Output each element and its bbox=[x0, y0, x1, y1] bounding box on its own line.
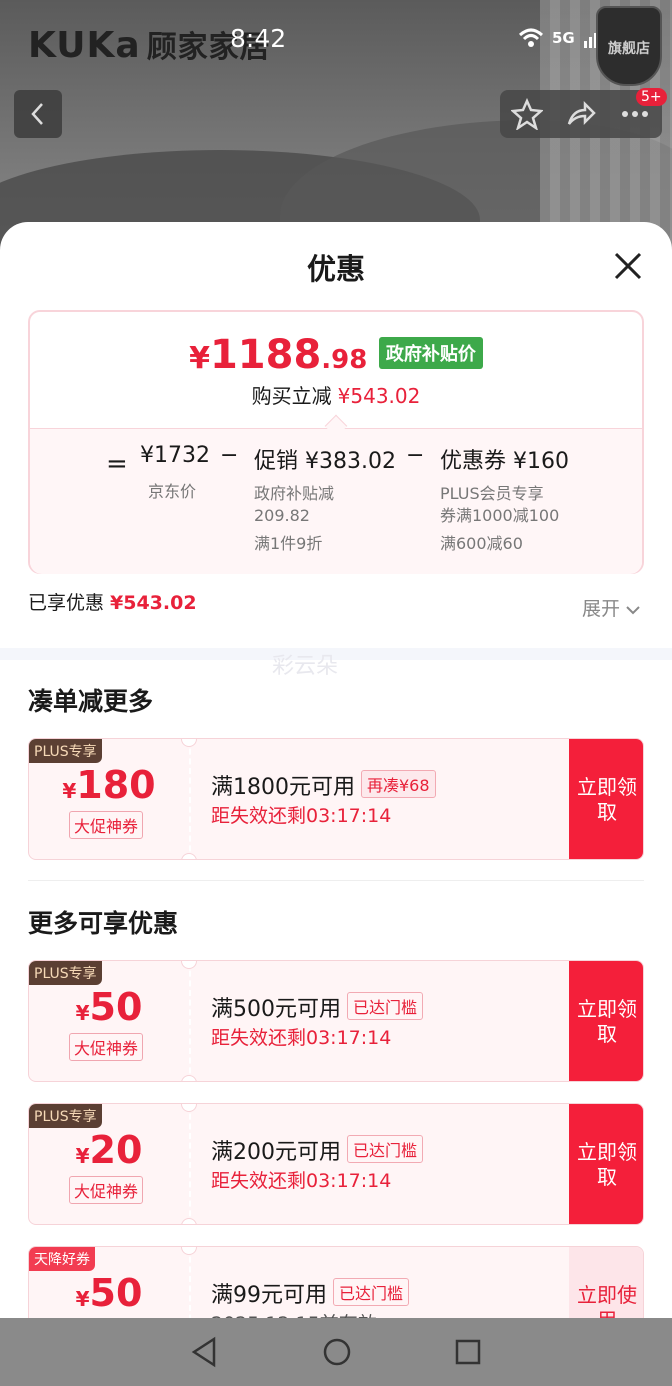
watermark-text: 彩云朵 bbox=[272, 654, 339, 679]
coupon-card: PLUS专享 ¥20 大促神券 满200元可用 已达门槛 距失效还剩03:17:1… bbox=[28, 1103, 644, 1225]
coupon-divider bbox=[189, 1247, 191, 1318]
expand-toggle[interactable]: 展开 bbox=[582, 594, 640, 621]
coupon-type: 大促神券 bbox=[69, 1176, 144, 1204]
chevron-down-icon bbox=[626, 606, 640, 615]
jd-price: ¥1732 bbox=[140, 443, 210, 468]
coupon-divider bbox=[189, 1104, 191, 1224]
price-breakdown: = ¥1732 京东价 − 促销 ¥383.02 政府补贴减 209.82 满1件… bbox=[30, 428, 642, 574]
coupon-value-area: PLUS专享 ¥20 大促神券 bbox=[29, 1104, 189, 1224]
coupon-hole bbox=[181, 853, 197, 859]
notification-badge: 5+ bbox=[636, 88, 667, 106]
sheet-title: 优惠 bbox=[306, 252, 365, 286]
coupon-chip: 已达门槛 bbox=[333, 1278, 410, 1306]
section-title-more-savings: 凑单减更多 bbox=[28, 687, 154, 716]
coupon-chip: 已达门槛 bbox=[347, 992, 424, 1020]
star-icon[interactable] bbox=[511, 98, 543, 130]
coupon-chip: 已达门槛 bbox=[347, 1135, 424, 1163]
coupon-tag: PLUS专享 bbox=[29, 1104, 102, 1128]
nav-recents-icon[interactable] bbox=[454, 1338, 482, 1366]
flagship-store-badge[interactable]: 旗舰店 bbox=[596, 6, 662, 86]
coupon-plus-detail: PLUS会员专享 券满1000减100 bbox=[440, 484, 560, 525]
coupon-tag: PLUS专享 bbox=[29, 961, 102, 985]
chevron-left-icon bbox=[31, 103, 43, 125]
coupon-card: PLUS专享 ¥180 大促神券 满1800元可用 再凑¥68 距失效还剩03:1… bbox=[28, 738, 644, 860]
promotion-amount: 促销 ¥383.02 bbox=[254, 449, 396, 474]
coupon-divider bbox=[189, 739, 191, 859]
coupon-value-area: PLUS专享 ¥50 大促神券 bbox=[29, 961, 189, 1081]
price-summary-card: ¥1188.98 政府补贴价 购买立减 ¥543.02 = ¥1732 京东价 −… bbox=[28, 310, 644, 574]
coupon-amount: ¥180 bbox=[62, 763, 156, 807]
coupon-hole bbox=[181, 1075, 197, 1081]
promo-gov-subsidy: 政府补贴减 209.82 bbox=[254, 484, 335, 525]
coupon-condition: 满500元可用 已达门槛 bbox=[211, 991, 424, 1023]
coupon-condition: 满1800元可用 再凑¥68 bbox=[211, 769, 436, 801]
coupon-value-area: PLUS专享 ¥180 大促神券 bbox=[29, 739, 189, 859]
nav-back-icon[interactable] bbox=[190, 1336, 220, 1368]
close-icon[interactable] bbox=[610, 248, 646, 284]
coupon-card: 天降好券 ¥50 满99元可用已达门槛 2025.12.15前有效 立即使用 bbox=[28, 1246, 644, 1318]
minus-sign: − bbox=[406, 443, 425, 468]
coupon-amount: ¥20 bbox=[75, 1128, 143, 1172]
final-price: ¥1188.98 政府补贴价 bbox=[30, 332, 642, 378]
gov-subsidy-tag: 政府补贴价 bbox=[378, 337, 483, 369]
coupon-value-area: 天降好券 ¥50 bbox=[29, 1247, 189, 1318]
coupon-chip: 再凑¥68 bbox=[361, 770, 436, 798]
coupon-condition: 满200元可用 已达门槛 bbox=[211, 1134, 424, 1166]
coupon-timer: 距失效还剩03:17:14 bbox=[211, 805, 392, 827]
status-time: 8:42 bbox=[230, 24, 287, 53]
coupon-type: 大促神券 bbox=[69, 1033, 144, 1061]
instant-reduction: 购买立减 ¥543.02 bbox=[251, 384, 421, 408]
coupon-timer: 距失效还剩03:17:14 bbox=[211, 1027, 392, 1049]
coupon-card: PLUS专享 ¥50 大促神券 满500元可用 已达门槛 距失效还剩03:17:1… bbox=[28, 960, 644, 1082]
coupon-tag: 天降好券 bbox=[29, 1247, 95, 1271]
minus-sign: − bbox=[220, 443, 239, 468]
wifi-icon bbox=[518, 28, 544, 47]
coupon-divider bbox=[189, 961, 191, 1081]
section-separator bbox=[28, 880, 644, 881]
system-navigation-bar bbox=[0, 1318, 672, 1386]
promo-discount: 满1件9折 bbox=[254, 534, 323, 553]
coupon-detail-2: 满600减60 bbox=[440, 534, 523, 553]
coupon-type: 大促神券 bbox=[69, 811, 144, 839]
network-label: 5G bbox=[552, 29, 575, 47]
discount-sheet: 优惠 ¥1188.98 政府补贴价 购买立减 ¥543.02 = ¥1732 京东… bbox=[0, 222, 672, 1318]
use-button[interactable]: 立即使用 bbox=[569, 1247, 643, 1318]
coupon-validity: 2025.12.15前有效 bbox=[211, 1309, 377, 1318]
claim-button[interactable]: 立即领取 bbox=[569, 961, 643, 1081]
jd-price-label: 京东价 bbox=[148, 482, 197, 501]
enjoyed-discount: 已享优惠 ¥543.02 bbox=[28, 592, 197, 614]
nav-home-icon[interactable] bbox=[321, 1336, 353, 1368]
coupon-timer: 距失效还剩03:17:14 bbox=[211, 1170, 392, 1192]
coupon-hole bbox=[181, 1218, 197, 1224]
claim-button[interactable]: 立即领取 bbox=[569, 1104, 643, 1224]
equals-sign: = bbox=[106, 449, 128, 479]
coupon-amount: 优惠券 ¥160 bbox=[440, 449, 570, 474]
coupon-amount: ¥50 bbox=[75, 985, 143, 1029]
coupon-condition: 满99元可用 已达门槛 bbox=[211, 1277, 410, 1309]
coupon-amount: ¥50 bbox=[75, 1271, 143, 1315]
share-icon[interactable] bbox=[565, 98, 597, 130]
section-title-more-offers: 更多可享优惠 bbox=[28, 909, 179, 938]
back-button[interactable] bbox=[14, 90, 62, 138]
coupon-tag: PLUS专享 bbox=[29, 739, 102, 763]
claim-button[interactable]: 立即领取 bbox=[569, 739, 643, 859]
